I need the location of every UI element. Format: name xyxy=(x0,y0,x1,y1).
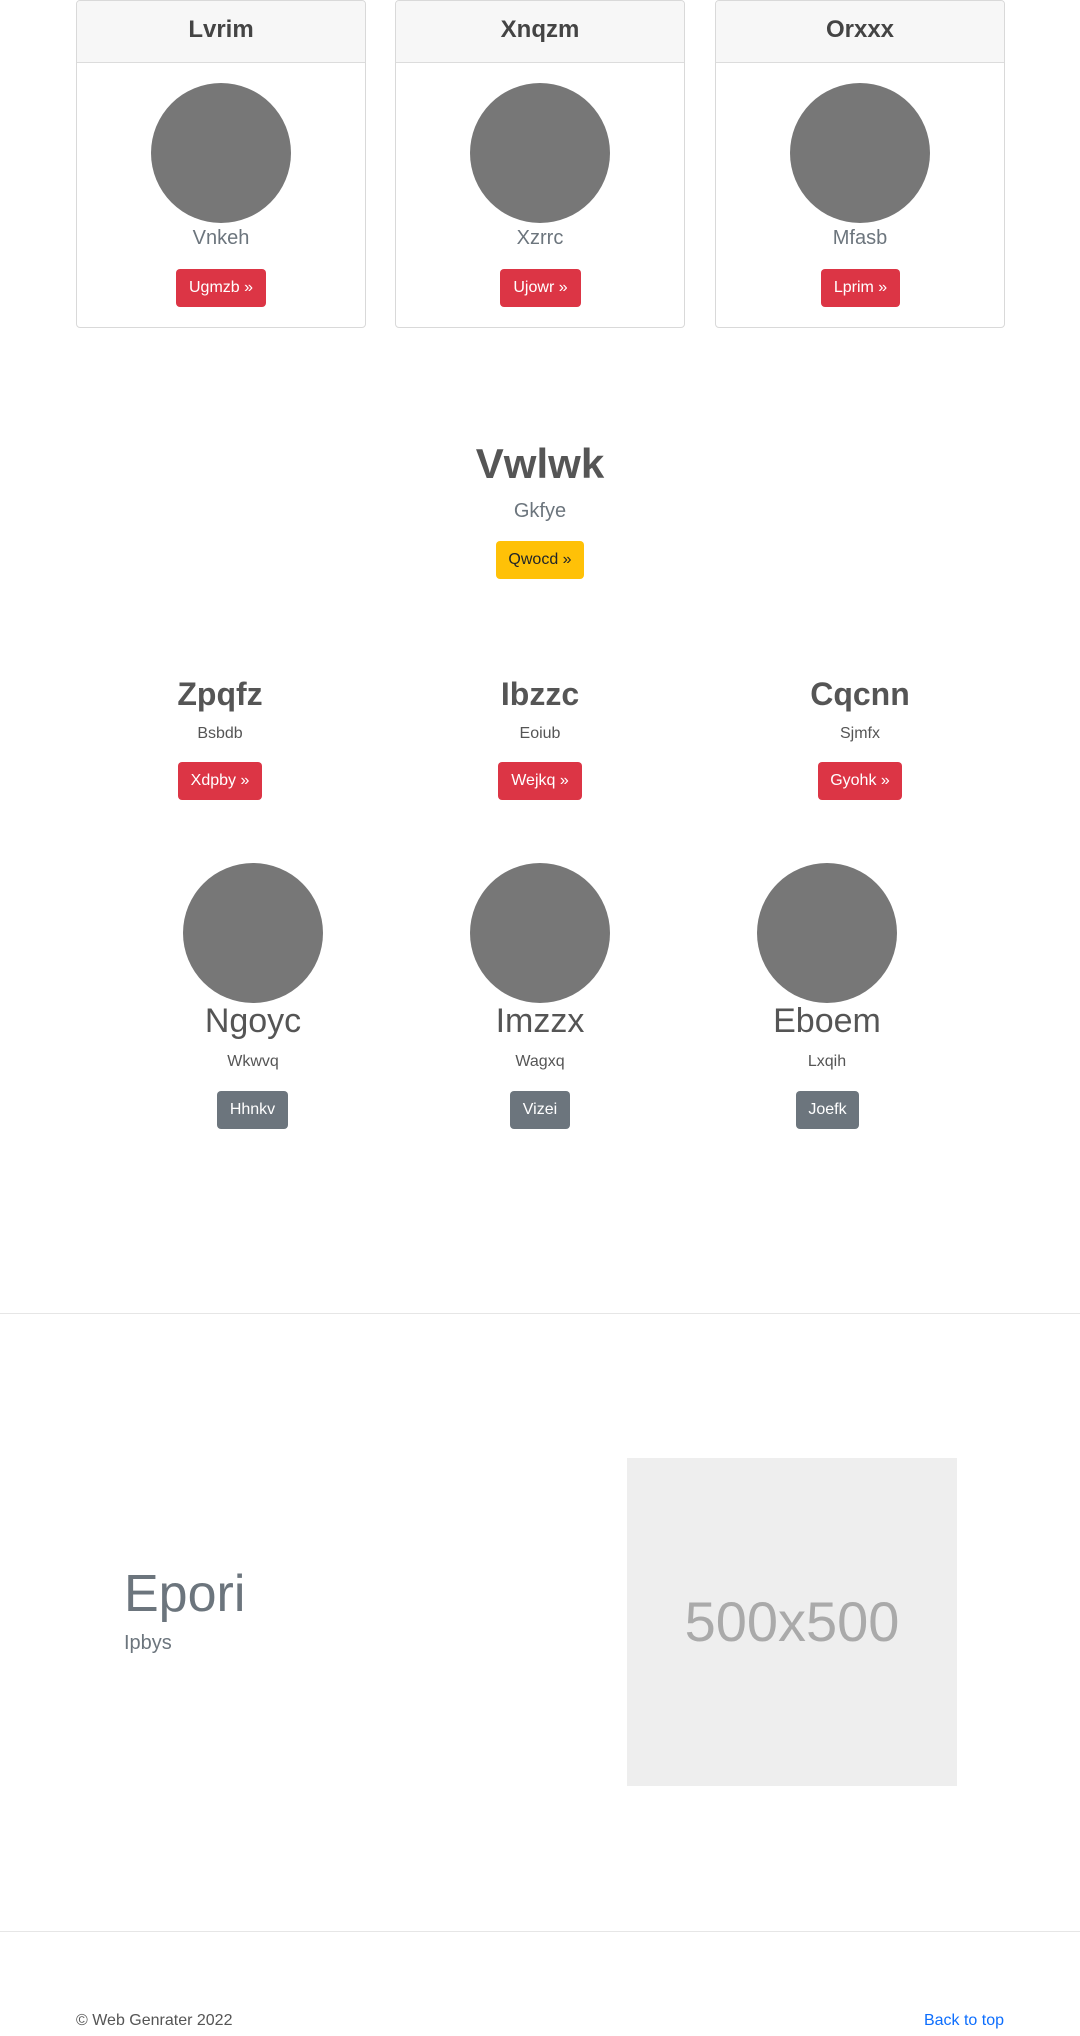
divider xyxy=(0,1931,1080,1932)
card-subtitle: Vnkeh xyxy=(192,227,250,249)
column-subtitle: Eoiub xyxy=(519,725,561,742)
card-title: Lvrim xyxy=(77,1,365,63)
card-subtitle: Mfasb xyxy=(832,227,888,249)
card-3: Orxxx Mfasb Lprim » xyxy=(715,0,1005,328)
avatar xyxy=(470,863,610,1003)
hero-subtitle: Gkfye xyxy=(513,500,567,522)
column-title: Cqcnn xyxy=(810,676,910,712)
avatar xyxy=(470,83,610,223)
team-name: Ngoyc xyxy=(204,1002,302,1040)
placeholder-image: 500x500 xyxy=(627,1458,957,1786)
feature-title: Epori xyxy=(124,1565,246,1623)
column-subtitle: Bsbdb xyxy=(197,725,243,742)
card-button[interactable]: Ugmzb » xyxy=(176,269,266,307)
avatar xyxy=(790,83,930,223)
team-button[interactable]: Hhnkv xyxy=(217,1091,288,1129)
avatar xyxy=(757,863,897,1003)
divider xyxy=(0,1313,1080,1314)
card-title: Orxxx xyxy=(716,1,1004,63)
card-2: Xnqzm Xzrrc Ujowr » xyxy=(395,0,685,328)
column-button[interactable]: Wejkq » xyxy=(498,762,582,800)
column-button[interactable]: Gyohk » xyxy=(818,762,902,800)
back-to-top-link[interactable]: Back to top xyxy=(924,2012,1004,2030)
card-button[interactable]: Ujowr » xyxy=(500,269,581,307)
card-title: Xnqzm xyxy=(396,1,684,63)
hero-title: Vwlwk xyxy=(475,440,605,487)
footer-copyright: © Web Genrater 2022 xyxy=(76,2012,233,2029)
team-subtitle: Lxqih xyxy=(807,1053,847,1070)
team-button[interactable]: Vizei xyxy=(510,1091,570,1129)
column-button[interactable]: Xdpby » xyxy=(178,762,262,800)
avatar xyxy=(183,863,323,1003)
card-subtitle: Xzrrc xyxy=(516,227,564,249)
team-button[interactable]: Joefk xyxy=(796,1091,859,1129)
column-subtitle: Sjmfx xyxy=(840,725,880,742)
feature-subtitle: Ipbys xyxy=(124,1632,172,1654)
team-name: Eboem xyxy=(773,1002,881,1040)
team-subtitle: Wagxq xyxy=(515,1053,565,1070)
card-button[interactable]: Lprim » xyxy=(821,269,900,307)
hero-button[interactable]: Qwocd » xyxy=(496,541,584,579)
column-title: Ibzzc xyxy=(500,676,580,712)
team-subtitle: Wkwvq xyxy=(227,1053,279,1070)
column-title: Zpqfz xyxy=(177,676,263,712)
avatar xyxy=(151,83,291,223)
card-1: Lvrim Vnkeh Ugmzb » xyxy=(76,0,366,328)
team-name: Imzzx xyxy=(495,1002,585,1040)
